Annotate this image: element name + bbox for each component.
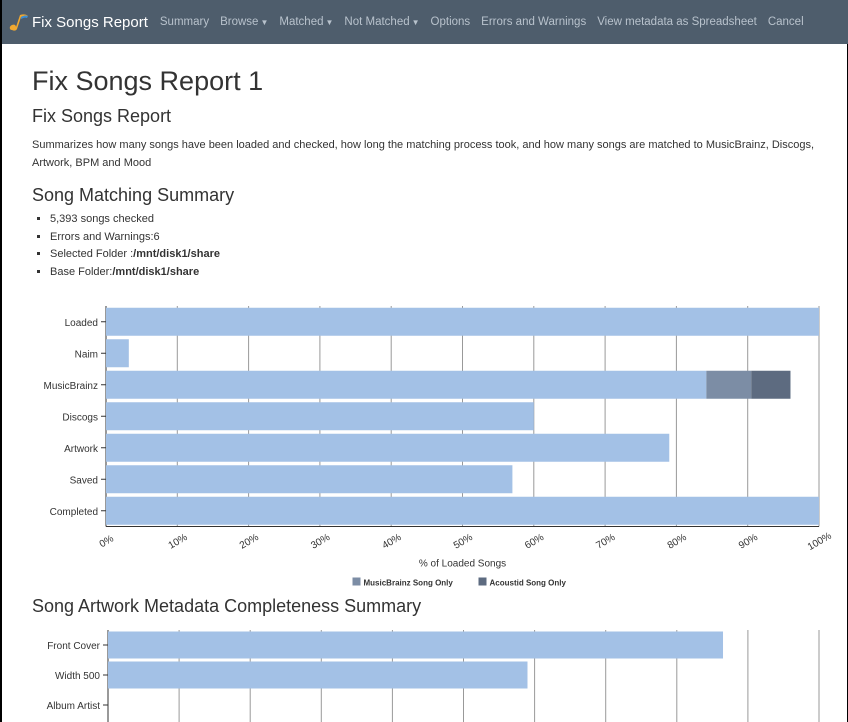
bar — [706, 370, 752, 399]
x-tick-label: 10% — [167, 532, 190, 552]
category-label: Completed — [50, 507, 98, 518]
nav-matched-dropdown[interactable]: Matched ▼ — [279, 16, 333, 28]
artwork-completeness-chart: Front Cover Width 500 Album Artist — [47, 630, 820, 722]
x-tick-label: 30% — [309, 532, 332, 552]
report-description: Summarizes how many songs have been load… — [32, 139, 815, 169]
bar — [108, 631, 724, 659]
nav-view-spreadsheet[interactable]: View metadata as Spreadsheet — [597, 16, 757, 28]
nav-summary[interactable]: Summary — [160, 16, 209, 28]
category-label: Artwork — [64, 444, 99, 455]
caret-down-icon: ▼ — [260, 18, 269, 27]
list-item: 5,393 songs checked — [50, 211, 220, 229]
category-label: Discogs — [62, 412, 98, 423]
summary-list: 5,393 songs checked Errors and Warnings:… — [32, 211, 220, 281]
legend-swatch — [352, 577, 361, 586]
x-tick-label: 60% — [523, 532, 546, 552]
x-tick-label: 70% — [594, 532, 617, 552]
bar — [106, 496, 819, 525]
bar — [106, 339, 129, 368]
category-label: Loaded — [65, 318, 98, 329]
legend-swatch — [478, 577, 487, 586]
summary-heading: Song Matching Summary — [32, 185, 235, 205]
x-tick-label: 20% — [238, 532, 261, 552]
bar — [106, 402, 534, 431]
bar — [108, 661, 528, 689]
song-matching-chart: Loaded Naim MusicBrainz Discogs Artwork Saved… — [44, 306, 834, 588]
list-item: Base Folder:/mnt/disk1/share — [50, 264, 220, 282]
bar — [751, 370, 791, 399]
nav-not-matched-dropdown[interactable]: Not Matched ▼ — [344, 16, 419, 28]
nav-cancel[interactable]: Cancel — [768, 16, 804, 28]
brand-label: Fix Songs Report — [32, 13, 148, 31]
x-tick-label: 40% — [381, 532, 404, 552]
category-label: MusicBrainz — [44, 381, 98, 392]
music-note-icon — [9, 14, 28, 31]
category-label: Front Cover — [47, 641, 100, 652]
x-tick-label: 80% — [666, 532, 689, 552]
nav-browse-dropdown[interactable]: Browse ▼ — [220, 16, 268, 28]
list-item: Selected Folder :/mnt/disk1/share — [50, 246, 220, 264]
list-item: Errors and Warnings:6 — [50, 229, 220, 247]
x-axis-label: % of Loaded Songs — [419, 559, 506, 570]
legend-label: Acoustid Song Only — [490, 579, 567, 588]
category-label: Album Artist — [47, 701, 101, 712]
bar — [106, 433, 670, 462]
legend-label: MusicBrainz Song Only — [364, 579, 454, 588]
bar — [106, 307, 819, 336]
bar — [106, 370, 707, 399]
page-title: Fix Songs Report 1 — [32, 66, 264, 96]
caret-down-icon: ▼ — [411, 18, 420, 27]
artwork-heading: Song Artwork Metadata Completeness Summa… — [32, 596, 422, 616]
category-label: Width 500 — [55, 671, 100, 682]
category-label: Naim — [75, 349, 98, 360]
x-tick-label: 100% — [806, 531, 834, 553]
navbar: Fix Songs Report Summary Browse ▼ Matched… — [2, 0, 848, 44]
x-tick-label: 0% — [98, 533, 116, 550]
category-label: Saved — [70, 475, 98, 486]
x-tick-label: 50% — [452, 532, 475, 552]
x-tick-label: 90% — [737, 532, 760, 552]
nav-options[interactable]: Options — [431, 16, 471, 28]
nav-errors-warnings[interactable]: Errors and Warnings — [481, 16, 586, 28]
caret-down-icon: ▼ — [325, 18, 334, 27]
page-subtitle: Fix Songs Report — [32, 106, 172, 126]
bar — [106, 465, 513, 494]
brand-link[interactable]: Fix Songs Report — [8, 12, 148, 32]
